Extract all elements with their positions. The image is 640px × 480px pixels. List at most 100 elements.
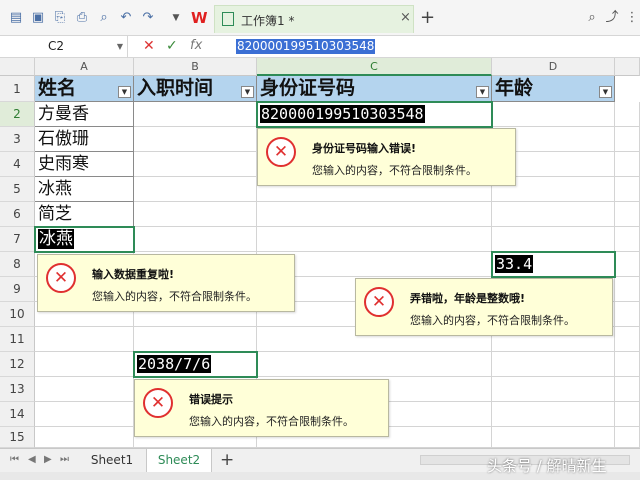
wps-logo-icon[interactable]: W (191, 9, 209, 27)
cell[interactable] (35, 427, 134, 448)
cell[interactable] (134, 202, 257, 227)
cell[interactable] (134, 152, 257, 177)
duplicate-name-cell[interactable]: 冰燕 (35, 227, 134, 252)
cell[interactable] (35, 377, 134, 402)
column-header-c[interactable]: C (257, 58, 492, 76)
close-tab-button[interactable]: × (400, 10, 411, 25)
cell[interactable] (615, 252, 640, 277)
cell[interactable] (492, 427, 615, 448)
header-cell-age[interactable]: 年龄 ▼ (492, 76, 615, 102)
select-all-corner[interactable] (0, 58, 35, 76)
row-header-12[interactable]: 12 (0, 352, 35, 377)
save-icon[interactable]: ▣ (30, 10, 46, 26)
cell[interactable] (492, 402, 615, 427)
sheet-tab-sheet1[interactable]: Sheet1 (82, 449, 142, 472)
cell[interactable] (615, 302, 640, 327)
document-tab[interactable]: 工作簿1 * × (214, 5, 414, 33)
cell[interactable] (615, 152, 640, 177)
filter-dropdown-icon[interactable]: ▼ (476, 86, 489, 98)
cell[interactable] (615, 352, 640, 377)
column-header-b[interactable]: B (134, 58, 257, 76)
cell[interactable] (615, 102, 640, 127)
find-icon[interactable]: ⌕ (584, 10, 600, 26)
wps-menu-icon[interactable]: ▤ (8, 10, 24, 26)
cell[interactable] (134, 227, 257, 252)
name-box[interactable]: C2 ▼ (0, 36, 128, 57)
column-header-d[interactable]: D (492, 58, 615, 76)
filter-dropdown-icon[interactable]: ▼ (241, 86, 254, 98)
row-header-8[interactable]: 8 (0, 252, 35, 277)
next-sheet-icon[interactable]: ▶ (44, 454, 52, 465)
cell[interactable] (492, 102, 615, 127)
id-number-cell[interactable]: 820000199510303548 (257, 102, 492, 127)
column-header-e[interactable] (615, 58, 640, 76)
cell[interactable] (35, 402, 134, 427)
filter-dropdown-icon[interactable]: ▼ (118, 86, 131, 98)
cell[interactable] (492, 202, 615, 227)
row-header-7[interactable]: 7 (0, 227, 35, 252)
cell[interactable] (35, 327, 134, 352)
insert-function-button[interactable]: fx (190, 38, 202, 53)
cell[interactable] (134, 102, 257, 127)
cell[interactable] (257, 202, 492, 227)
customize-dropdown-icon[interactable]: ▼ (168, 10, 184, 26)
cell[interactable] (615, 202, 640, 227)
name-box-dropdown-icon[interactable]: ▼ (117, 36, 123, 57)
cell[interactable] (257, 352, 492, 377)
row-header-9[interactable]: 9 (0, 277, 35, 302)
row-header-5[interactable]: 5 (0, 177, 35, 202)
row-header-15[interactable]: 15 (0, 427, 35, 448)
cell[interactable] (615, 402, 640, 427)
row-header-13[interactable]: 13 (0, 377, 35, 402)
cell[interactable] (492, 377, 615, 402)
cancel-entry-button[interactable]: ✕ (143, 38, 155, 54)
row-header-4[interactable]: 4 (0, 152, 35, 177)
row-header-1[interactable]: 1 (0, 76, 35, 102)
name-cell[interactable]: 石傲珊 (35, 127, 134, 152)
cell[interactable] (257, 227, 492, 252)
cell[interactable] (615, 127, 640, 152)
first-sheet-icon[interactable]: ⏮ (10, 454, 19, 465)
confirm-entry-button[interactable]: ✓ (166, 38, 178, 54)
cell[interactable] (615, 227, 640, 252)
header-cell-id-number[interactable]: 身份证号码 ▼ (257, 76, 492, 102)
sheet-tab-sheet2[interactable]: Sheet2 (146, 449, 212, 472)
share-icon[interactable]: ⤴ (604, 10, 620, 26)
add-sheet-button[interactable]: + (220, 450, 234, 470)
cell[interactable] (35, 352, 134, 377)
hire-date-cell[interactable]: 2038/7/6 (134, 352, 257, 377)
print-preview-icon[interactable]: ⌕ (96, 10, 112, 26)
cell[interactable] (134, 327, 257, 352)
row-header-11[interactable]: 11 (0, 327, 35, 352)
export-icon[interactable]: ⎘ (52, 10, 68, 26)
name-cell[interactable]: 方曼香 (35, 102, 134, 127)
header-cell-hire-date[interactable]: 入职时间 ▼ (134, 76, 257, 102)
formula-input[interactable]: 820000199510303548 (236, 39, 376, 54)
new-tab-button[interactable]: + (420, 7, 435, 28)
cell[interactable] (615, 177, 640, 202)
filter-dropdown-icon[interactable]: ▼ (599, 86, 612, 98)
more-icon[interactable]: ⋮ (624, 10, 640, 26)
cell[interactable] (615, 427, 640, 448)
row-header-3[interactable]: 3 (0, 127, 35, 152)
name-cell[interactable]: 史雨寒 (35, 152, 134, 177)
redo-icon[interactable]: ↷ (140, 10, 156, 26)
cell[interactable] (492, 352, 615, 377)
cell[interactable] (615, 277, 640, 302)
row-header-14[interactable]: 14 (0, 402, 35, 427)
cell[interactable] (492, 227, 615, 252)
cell[interactable] (134, 127, 257, 152)
row-header-2[interactable]: 2 (0, 102, 35, 127)
print-icon[interactable]: ⎙ (74, 10, 90, 26)
name-cell[interactable]: 简芝 (35, 202, 134, 227)
row-header-6[interactable]: 6 (0, 202, 35, 227)
cell[interactable] (615, 377, 640, 402)
last-sheet-icon[interactable]: ⏭ (60, 454, 69, 465)
age-cell[interactable]: 33.4 (492, 252, 615, 277)
cell[interactable] (615, 327, 640, 352)
cell[interactable] (134, 177, 257, 202)
column-header-a[interactable]: A (35, 58, 134, 76)
name-cell[interactable]: 冰燕 (35, 177, 134, 202)
header-cell-name[interactable]: 姓名 ▼ (35, 76, 134, 102)
undo-icon[interactable]: ↶ (118, 10, 134, 26)
